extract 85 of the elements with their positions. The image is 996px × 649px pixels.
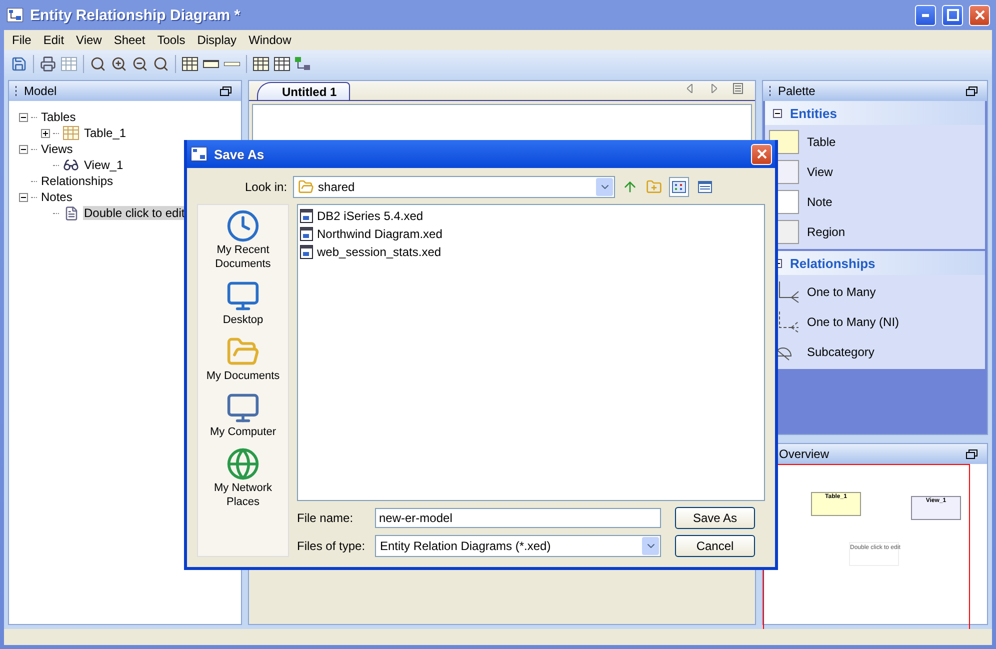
palette-item[interactable]: Table [807,135,836,149]
file-icon [300,245,313,259]
place-item[interactable]: My Computer [210,425,276,439]
close-button[interactable] [751,144,772,164]
palette-item[interactable]: One to Many [807,285,876,299]
print-icon[interactable] [39,55,57,73]
xed-file-entry[interactable]: web_session_stats.xed [317,245,442,259]
details-view-icon [698,181,712,193]
tree-item[interactable]: Tables [40,110,77,124]
place-item[interactable]: My Documents [206,369,280,383]
palette-item[interactable]: Note [807,195,832,209]
monitor-icon [226,279,260,313]
minimize-icon [922,14,929,16]
diagram-icon [190,145,208,163]
close-icon [974,10,984,20]
zoom-in-icon[interactable] [110,55,128,73]
look-in-label: Look in: [245,180,288,194]
zoom-out-icon[interactable] [131,55,149,73]
palette-item[interactable]: Region [807,225,846,239]
editor-tab[interactable]: Untitled 1 [257,82,350,100]
file-name-field[interactable]: new-er-model [375,508,661,528]
zoom-icon[interactable] [89,55,107,73]
folder-icon [298,179,314,195]
palette-item[interactable]: Subcategory [807,345,874,359]
connector-icon [779,311,799,333]
field-label: File name: [297,511,354,525]
menu-item[interactable]: View [70,33,108,47]
table-icon[interactable] [181,55,199,73]
menu-item[interactable]: Display [191,33,243,47]
palette-item[interactable]: One to Many (NI) [807,315,900,329]
place-item[interactable]: My Network Places [201,481,285,509]
menu-item[interactable]: File [6,33,38,47]
field-label: Files of type: [297,539,366,553]
menu-item[interactable]: Sheet [108,33,152,47]
connector-icon [779,281,799,303]
clock-icon [226,209,260,243]
table-icon [62,124,80,142]
xed-file-entry[interactable]: DB2 iSeries 5.4.xed [317,209,424,223]
tree-item[interactable]: Views [40,142,74,156]
palette-item[interactable]: View [807,165,833,179]
menu-item[interactable]: Window [242,33,298,47]
layout-icon[interactable] [294,55,312,73]
tree-item[interactable]: Double click to edit [83,206,186,220]
place-item[interactable]: My Recent Documents [201,243,285,271]
panel-title: Palette [778,84,816,98]
dialog-title: Save As [214,146,266,162]
tree-item[interactable]: Notes [40,190,74,204]
xed-file-entry[interactable]: Northwind Diagram.xed [317,227,442,241]
collapse-icon[interactable] [19,144,28,154]
panel-title: Overview [779,447,830,461]
table-icon[interactable] [273,55,291,73]
cancel-button[interactable]: Cancel [675,535,755,557]
maximize-button[interactable] [942,4,963,26]
minimize-button[interactable] [915,4,936,26]
globe-icon [226,447,260,481]
tree-item[interactable]: Relationships [40,174,114,188]
grip-icon[interactable] [15,85,18,97]
file-icon [300,227,313,241]
list-view-icon [672,181,686,193]
maximize-icon [946,9,958,21]
close-icon [756,149,766,159]
expand-icon[interactable] [41,128,50,138]
collapse-icon[interactable] [19,112,28,122]
tree-item[interactable]: Table_1 [83,126,128,140]
place-item[interactable]: Desktop [222,313,264,327]
search-icon[interactable] [152,55,170,73]
menu-item[interactable]: Edit [37,33,70,47]
diagram-icon [6,6,24,24]
file-icon [300,209,313,223]
window-title: Entity Relationship Diagram * [30,6,242,24]
table-icon[interactable] [252,55,270,73]
tree-item[interactable]: View_1 [83,158,124,172]
file-type-dropdown[interactable]: Entity Relation Diagrams (*.xed) [375,535,661,557]
collapse-icon[interactable] [19,192,28,202]
collapse-icon[interactable] [773,108,782,118]
view-button[interactable] [669,177,690,197]
save-icon[interactable] [10,55,28,73]
computer-icon [226,391,260,425]
grip-icon[interactable] [769,85,772,97]
look-in-dropdown[interactable]: shared [293,176,616,198]
panel-title: Model [24,84,58,98]
menu-item[interactable]: Tools [151,33,192,47]
close-button[interactable] [969,4,990,26]
save-as-button[interactable]: Save As [675,507,755,529]
section-title[interactable]: Entities [790,106,837,120]
